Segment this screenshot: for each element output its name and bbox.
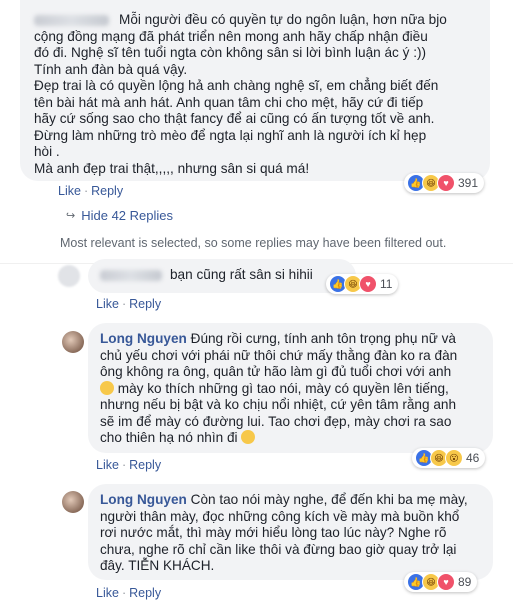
comment-4-actions: Like · Reply <box>96 586 162 600</box>
comment-1-line-8: Đừng làm những trò mèo để ngta lại nghĩ … <box>34 127 427 143</box>
comment-2-text: bạn cũng rất sân si hihii <box>170 267 313 282</box>
comment-3-line-5: nhưng nếu bị bật và ko chịu nổi nhiệt, c… <box>100 397 457 412</box>
comment-1-author[interactable] <box>34 14 109 26</box>
comment-1-line-6: tên bài hát mà anh hát. Anh quan tâm chi… <box>34 94 424 110</box>
reaction-count: 391 <box>458 176 479 190</box>
comment-1-reactions[interactable]: 👍 😆 ♥ 391 <box>404 173 485 193</box>
comment-2-actions: Like · Reply <box>96 297 162 311</box>
reaction-count: 46 <box>466 451 480 465</box>
love-icon: ♥ <box>437 573 455 591</box>
comment-3-bubble: Long Nguyen Đúng rồi cưng, tính anh tôn … <box>88 323 493 453</box>
comment-2-bubble: bạn cũng rất sân si hihii <box>88 259 356 293</box>
like-link[interactable]: Like <box>96 586 119 600</box>
comment-4-line-3: rơi nước mắt, thì mày mới hiểu lòng tao … <box>100 525 447 540</box>
reaction-count: 89 <box>458 575 472 589</box>
comment-4-avatar[interactable] <box>62 491 84 513</box>
comment-4-line-4: chưa, nghe rõ chỉ cần like thôi và đừng … <box>100 541 457 557</box>
smile-emoji-icon <box>100 380 114 395</box>
filter-note: Most relevant is selected, so some repli… <box>60 236 447 250</box>
like-link[interactable]: Like <box>58 184 81 198</box>
comment-3-line-4: mày ko thích những gì tao nói, mày có qu… <box>100 380 481 398</box>
comment-4-bubble: Long Nguyen Còn tao nói mày nghe, để đến… <box>88 484 493 580</box>
comment-3-line-7: cho thiên hạ nó nhìn đi <box>100 430 481 447</box>
reply-link[interactable]: Reply <box>91 184 123 198</box>
comment-3-author[interactable]: Long Nguyen <box>100 331 187 346</box>
comment-4-author[interactable]: Long Nguyen <box>100 492 187 507</box>
comment-1-line-5: Đẹp trai là có quyền lộng hả anh chàng n… <box>34 78 439 93</box>
comment-1-line-2: cộng đồng mạng đã phát triển nên mong an… <box>34 28 428 44</box>
comment-1-actions: Like · Reply <box>58 184 124 198</box>
like-link[interactable]: Like <box>96 297 119 311</box>
reply-arrow-icon: ↪ <box>66 210 76 222</box>
comment-1-line-7: hãy cứ sống sao cho thật fancy để ai cũn… <box>34 111 435 126</box>
hide-replies-label[interactable]: Hide 42 Replies <box>81 208 173 223</box>
reply-link[interactable]: Reply <box>129 297 161 311</box>
comment-bubble-1: Mỗi người đều có quyền tự do ngôn luận, … <box>20 0 490 181</box>
comment-1-line-3: đó đi. Nghệ sĩ tên tuổi ngta còn không s… <box>34 45 427 60</box>
comment-1-line-4: Tính anh đàn bà quá vậy. <box>34 61 188 77</box>
reply-link[interactable]: Reply <box>129 586 161 600</box>
comment-4-reactions[interactable]: 👍 😆 ♥ 89 <box>404 572 478 592</box>
comment-1-line-9: hòi . <box>34 144 60 159</box>
comment-2-reactions[interactable]: 👍 😆 ♥ 11 <box>326 274 399 294</box>
wow-icon: 😮 <box>445 449 463 467</box>
comment-2-avatar[interactable] <box>58 265 80 287</box>
reply-link[interactable]: Reply <box>129 458 161 472</box>
comment-3-line-1: Long Nguyen Đúng rồi cưng, tính anh tôn … <box>100 331 456 346</box>
love-icon: ♥ <box>437 174 455 192</box>
comment-2-author[interactable] <box>100 269 162 281</box>
love-icon: ♥ <box>359 275 377 293</box>
comment-1-line-1: Mỗi người đều có quyền tự do ngôn luận, … <box>34 12 478 29</box>
hide-replies-link[interactable]: ↪ Hide 42 Replies <box>66 208 173 223</box>
like-link[interactable]: Like <box>96 458 119 472</box>
comment-4-line-1: Long Nguyen Còn tao nói mày nghe, để đến… <box>100 492 468 507</box>
comment-3-line-6: sẽ im để mày có đường lui. Tao chơi đẹp,… <box>100 413 452 429</box>
comment-3-avatar[interactable] <box>62 331 84 353</box>
comment-3-actions: Like · Reply <box>96 458 162 472</box>
smile-emoji-icon <box>241 430 256 444</box>
comment-4-line-2: người thân mày, đọc những công kích về m… <box>100 508 460 524</box>
comment-3-line-3: ông không ra ông, quân tử hão làm gì đủ … <box>100 364 452 379</box>
comment-3-line-2: chủ yếu chơi với phái nữ thôi chứ mấy th… <box>100 347 458 363</box>
reaction-count: 11 <box>380 277 393 291</box>
comment-3-reactions[interactable]: 👍 😆 😮 46 <box>412 448 486 468</box>
